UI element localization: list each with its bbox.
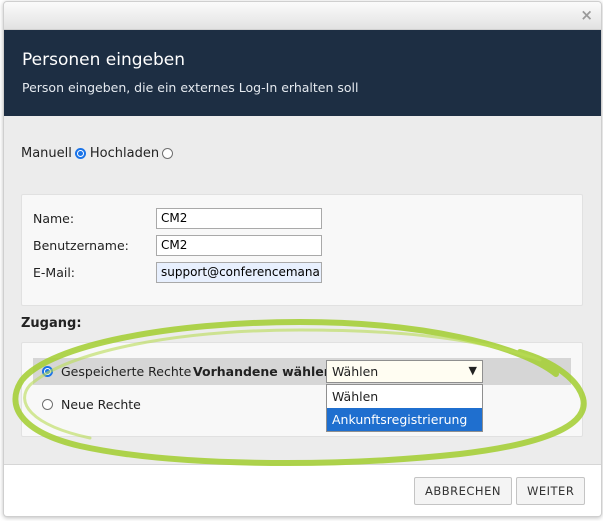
new-rights-radio[interactable] (42, 399, 53, 410)
next-button[interactable]: WEITER (516, 477, 586, 505)
dialog-title: Personen eingeben (22, 50, 185, 70)
dialog-footer: ABBRECHEN WEITER (4, 464, 601, 516)
select-value: Wählen (332, 364, 379, 379)
dialog-titlebar: × (4, 2, 601, 30)
name-field[interactable]: CM2 (156, 208, 322, 229)
access-panel: Gespeicherte Rechte Vorhandene wählen: W… (21, 342, 583, 437)
dropdown-option-waehlen[interactable]: Wählen (327, 385, 482, 408)
dialog: × Personen eingeben Person eingeben, die… (3, 1, 602, 517)
mode-selector: Manuell Hochladen (21, 146, 177, 161)
access-heading: Zugang: (21, 316, 82, 331)
dropdown-option-ankunftsregistrierung[interactable]: Ankunftsregistrierung (327, 408, 482, 431)
mode-upload-label[interactable]: Hochladen (90, 146, 159, 161)
existing-rights-dropdown: Wählen Ankunftsregistrierung (326, 384, 483, 432)
choose-existing-label: Vorhandene wählen: (193, 364, 338, 379)
dialog-body: Manuell Hochladen Name: CM2 Benutzername… (4, 116, 601, 464)
dialog-header: Personen eingeben Person eingeben, die e… (4, 30, 601, 116)
mode-manual-label[interactable]: Manuell (21, 146, 72, 161)
chevron-down-icon: ▼ (468, 364, 477, 377)
existing-rights-select[interactable]: Wählen ▼ (326, 360, 483, 383)
email-label: E-Mail: (33, 265, 76, 280)
username-field[interactable]: CM2 (156, 235, 322, 256)
mode-upload-radio[interactable] (162, 148, 174, 159)
email-field[interactable]: support@conferencemana (156, 262, 322, 283)
close-icon[interactable]: × (580, 5, 593, 25)
name-label: Name: (33, 211, 75, 226)
saved-rights-label[interactable]: Gespeicherte Rechte (61, 364, 191, 379)
username-label: Benutzername: (33, 238, 129, 253)
mode-manual-radio[interactable] (74, 148, 86, 159)
cancel-button[interactable]: ABBRECHEN (414, 477, 512, 505)
saved-rights-row: Gespeicherte Rechte Vorhandene wählen: (33, 358, 571, 385)
person-form-panel: Name: CM2 Benutzername: CM2 E-Mail: supp… (21, 194, 583, 306)
new-rights-label[interactable]: Neue Rechte (61, 397, 141, 412)
saved-rights-radio[interactable] (42, 366, 53, 377)
dialog-subtitle: Person eingeben, die ein externes Log-In… (22, 80, 359, 95)
